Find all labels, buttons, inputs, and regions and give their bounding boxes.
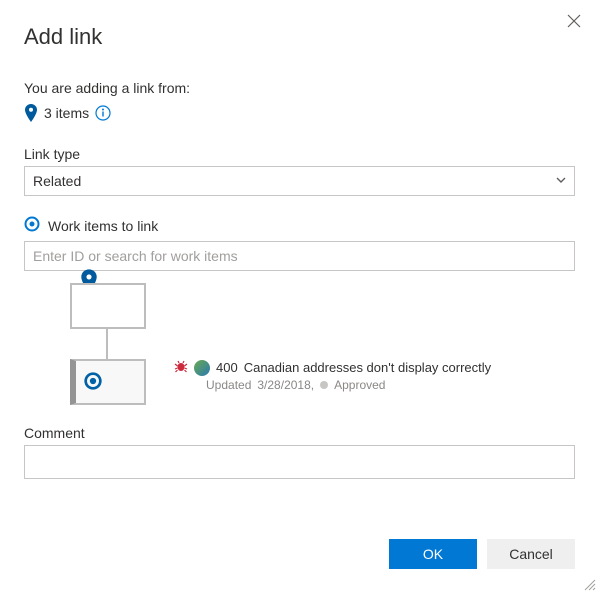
comment-label: Comment <box>24 425 575 441</box>
avatar <box>194 360 210 376</box>
target-node <box>70 359 146 405</box>
info-icon[interactable] <box>95 105 111 121</box>
location-pin-icon <box>24 104 38 122</box>
work-item-id: 400 <box>216 360 238 375</box>
link-type-select[interactable]: Related <box>24 166 575 196</box>
state-dot-icon <box>320 381 328 389</box>
relationship-diagram: 400 Canadian addresses don't display cor… <box>24 283 575 403</box>
items-count: 3 items <box>44 105 89 121</box>
work-item-state: Approved <box>334 378 385 392</box>
close-icon <box>567 15 581 32</box>
intro-text: You are adding a link from: <box>24 80 575 96</box>
close-button[interactable] <box>563 10 585 37</box>
target-icon <box>24 216 40 235</box>
comment-input[interactable] <box>24 445 575 479</box>
target-icon <box>84 372 102 393</box>
linked-work-item[interactable]: 400 Canadian addresses don't display cor… <box>174 359 491 392</box>
updated-date: 3/28/2018, <box>257 378 314 392</box>
items-summary: 3 items <box>24 104 575 122</box>
dialog-title: Add link <box>24 24 575 50</box>
updated-label: Updated <box>206 378 251 392</box>
work-item-title: Canadian addresses don't display correct… <box>244 360 491 375</box>
link-type-value: Related <box>33 173 81 189</box>
work-items-label: Work items to link <box>48 218 158 234</box>
connector-line <box>106 329 108 359</box>
source-node <box>70 283 146 329</box>
work-items-search-input[interactable] <box>24 241 575 271</box>
resize-grip-icon[interactable] <box>584 578 596 590</box>
bug-icon <box>174 359 188 376</box>
link-type-label: Link type <box>24 146 575 162</box>
ok-button[interactable]: OK <box>389 539 477 569</box>
cancel-button[interactable]: Cancel <box>487 539 575 569</box>
